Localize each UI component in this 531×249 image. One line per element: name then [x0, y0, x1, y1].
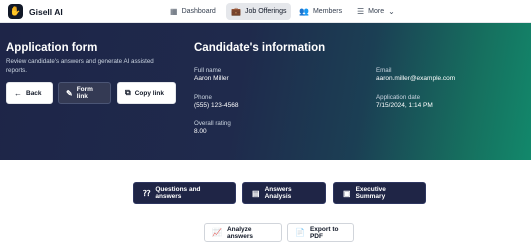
phone-label: Phone — [194, 94, 212, 101]
nav-item-label: Members — [312, 8, 343, 15]
email-value: aaron.miller@example.com — [376, 75, 456, 82]
chart-icon: 📈 — [212, 228, 222, 237]
top-navigation: ✋ Gisell AI ▦ Dashboard 💼 Job Offerings … — [0, 0, 531, 23]
tab-questions-and-answers[interactable]: ⁇ Questions and answers — [133, 182, 236, 204]
chevron-down-icon: ⌄ — [388, 7, 395, 16]
nav-item-job-offerings[interactable]: 💼 Job Offerings — [226, 3, 292, 20]
full-name-label: Full name — [194, 67, 222, 74]
tab-label: Answers Analysis — [264, 186, 292, 200]
back-button[interactable]: ← Back — [6, 82, 53, 104]
copy-link-label: Copy link — [134, 89, 164, 97]
tab-label: Questions and answers — [155, 186, 201, 200]
summary-icon: ▣ — [343, 188, 351, 198]
question-icon: ⁇ — [143, 188, 151, 198]
email-label: Email — [376, 67, 392, 74]
users-icon: 👥 — [299, 7, 309, 16]
full-name-value: Aaron Miller — [194, 75, 229, 82]
phone-value: (555) 123-4568 — [194, 102, 239, 109]
briefcase-icon: 💼 — [231, 7, 241, 16]
export-pdf-label: Export to PDF — [309, 225, 339, 240]
tab-answers-analysis[interactable]: ▤ Answers Analysis — [242, 182, 326, 204]
copy-link-button[interactable]: ⧉ Copy link — [117, 82, 176, 104]
logo-icon: ✋ — [8, 4, 23, 19]
document-icon: 📄 — [295, 228, 305, 237]
rating-value: 8.00 — [194, 128, 207, 135]
analyze-answers-button[interactable]: 📈 Analyze answers — [204, 223, 282, 242]
form-link-button[interactable]: ✎ Form link — [58, 82, 111, 104]
page-description: Review candidate's answers and generate … — [6, 58, 154, 74]
nav-item-more[interactable]: ☰ More ⌄ — [352, 3, 400, 20]
tab-executive-summary[interactable]: ▣ Executive Summary — [333, 182, 426, 204]
table-icon: ▤ — [252, 188, 260, 198]
nav-item-label: Job Offerings — [244, 8, 287, 15]
brand-name: Gisell AI — [29, 6, 63, 17]
edit-form-icon: ✎ — [66, 88, 73, 98]
back-button-label: Back — [26, 89, 42, 97]
analyze-answers-label: Analyze answers — [226, 225, 253, 240]
nav-item-label: More — [368, 8, 385, 15]
export-pdf-button[interactable]: 📄 Export to PDF — [287, 223, 354, 242]
candidate-info-title: Candidate's information — [194, 42, 326, 54]
arrow-left-icon: ← — [14, 88, 22, 98]
page-title: Application form — [6, 42, 98, 54]
rating-label: Overall rating — [194, 120, 231, 127]
grid-icon: ▦ — [170, 7, 178, 16]
tab-label: Executive Summary — [355, 186, 386, 200]
nav-item-members[interactable]: 👥 Members — [294, 3, 347, 20]
application-date-label: Application date — [376, 94, 421, 101]
form-link-label: Form link — [76, 86, 93, 100]
nav-item-label: Dashboard — [181, 8, 216, 15]
application-header: Application form Review candidate's answ… — [0, 23, 531, 160]
menu-icon: ☰ — [357, 7, 365, 16]
nav-item-dashboard[interactable]: ▦ Dashboard — [165, 3, 221, 20]
application-date-value: 7/15/2024, 1:14 PM — [376, 102, 433, 109]
brand[interactable]: ✋ Gisell AI — [8, 4, 63, 19]
copy-icon: ⧉ — [125, 88, 131, 97]
